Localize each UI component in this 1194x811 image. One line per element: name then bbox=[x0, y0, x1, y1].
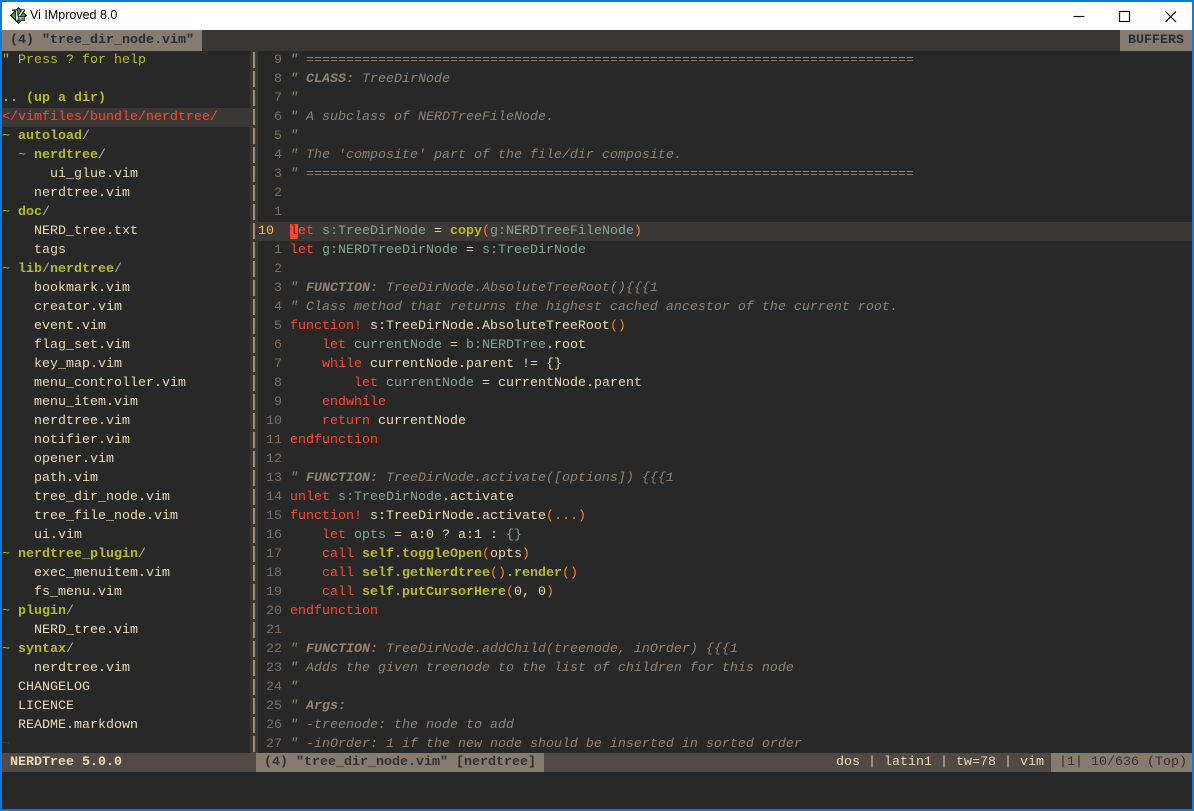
svg-text:im: im bbox=[19, 17, 24, 22]
